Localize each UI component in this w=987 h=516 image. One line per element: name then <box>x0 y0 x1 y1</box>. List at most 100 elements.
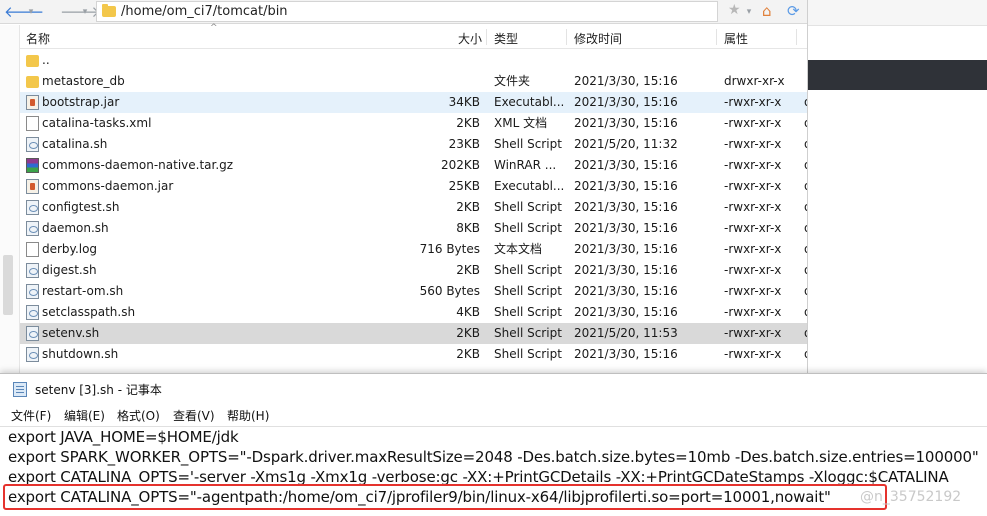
file-name: derby.log <box>42 242 98 256</box>
file-row[interactable]: shutdown.sh 2KB Shell Script 2021/3/30, 15:… <box>20 344 807 365</box>
file-manager-window: 🡐 ▾ 🡒 ▾ /home/om_ci7/tomcat/bin ★ ▾ ⌂ ⟳ … <box>0 0 808 380</box>
file-row[interactable]: restart-om.sh 560 Bytes Shell Script 2021/3… <box>20 281 807 302</box>
file-row[interactable]: configtest.sh 2KB Shell Script 2021/3/30, 1… <box>20 197 807 218</box>
file-list-header: ^ 名称 大小 类型 修改时间 属性 <box>20 23 807 49</box>
file-modified: 2021/3/30, 15:16 <box>574 158 678 172</box>
path-field[interactable]: /home/om_ci7/tomcat/bin <box>96 1 718 22</box>
column-type[interactable]: 类型 <box>494 30 518 47</box>
file-type: 文本文档 <box>494 242 543 256</box>
column-attributes[interactable]: 属性 <box>724 30 748 47</box>
jar-file-icon <box>26 95 39 110</box>
file-row[interactable]: metastore_db 文件夹 2021/3/30, 15:16 drwxr-xr-… <box>20 71 807 92</box>
jar-file-icon <box>26 179 39 194</box>
text-line[interactable]: export SPARK_WORKER_OPTS="-Dspark.driver… <box>8 448 979 466</box>
script-file-icon <box>26 137 39 152</box>
notepad-titlebar[interactable]: setenv [3].sh - 记事本 <box>0 374 987 404</box>
column-name[interactable]: 名称 <box>26 30 50 47</box>
folder-icon <box>102 4 116 17</box>
file-row[interactable]: catalina-tasks.xml 2KB XML 文档 2021/3/30, 15… <box>20 113 807 134</box>
refresh-icon[interactable]: ⟳ <box>787 2 800 20</box>
file-row[interactable]: commons-daemon.jar 25KB Executabl... 2021/3… <box>20 176 807 197</box>
menu-view[interactable]: 查看(V) <box>173 407 215 424</box>
menu-help[interactable]: 帮助(H) <box>227 407 269 424</box>
file-permissions: -rwxr-xr-x <box>724 347 782 361</box>
script-file-icon <box>26 284 39 299</box>
bookmark-dropdown-icon[interactable]: ▾ <box>744 2 754 22</box>
forward-arrow-icon[interactable]: 🡒 <box>60 2 100 22</box>
notepad-text-area[interactable]: export JAVA_HOME=$HOME/jdk export SPARK_… <box>0 426 987 516</box>
file-modified: 2021/5/20, 11:32 <box>574 137 678 151</box>
file-permissions: -rwxr-xr-x <box>724 326 782 340</box>
file-owner: o <box>804 113 807 134</box>
back-arrow-icon[interactable]: 🡐 <box>4 2 44 22</box>
notepad-menubar: 文件(F) 编辑(E) 格式(O) 查看(V) 帮助(H) <box>0 404 987 426</box>
file-type: Shell Script <box>494 305 562 319</box>
column-divider[interactable] <box>486 29 487 45</box>
file-type: 文件夹 <box>494 74 531 88</box>
file-size: 202KB <box>440 158 480 172</box>
file-modified: 2021/3/30, 15:16 <box>574 95 678 109</box>
column-divider[interactable] <box>566 29 567 45</box>
path-text: /home/om_ci7/tomcat/bin <box>121 4 288 19</box>
file-size: 34KB <box>448 95 480 109</box>
text-line[interactable]: export JAVA_HOME=$HOME/jdk <box>8 428 239 446</box>
file-size: 560 Bytes <box>419 284 480 298</box>
column-modified[interactable]: 修改时间 <box>574 30 622 47</box>
file-size: 2KB <box>456 116 480 130</box>
file-owner: o <box>804 302 807 323</box>
file-type: Shell Script <box>494 284 562 298</box>
notepad-window: setenv [3].sh - 记事本 文件(F) 编辑(E) 格式(O) 查看… <box>0 373 987 516</box>
file-permissions: -rwxr-xr-x <box>724 137 782 151</box>
file-type: Shell Script <box>494 347 562 361</box>
file-row[interactable]: setenv.sh 2KB Shell Script 2021/5/20, 11:53… <box>20 323 807 344</box>
file-name: digest.sh <box>42 263 97 277</box>
script-file-icon <box>26 347 39 362</box>
file-owner: o <box>804 155 807 176</box>
menu-file[interactable]: 文件(F) <box>11 407 51 424</box>
watermark: @n_35752192 <box>860 489 962 505</box>
file-size: 25KB <box>448 179 480 193</box>
file-name: setenv.sh <box>42 326 100 340</box>
file-row[interactable]: setclasspath.sh 4KB Shell Script 2021/3/30,… <box>20 302 807 323</box>
menu-edit[interactable]: 编辑(E) <box>64 407 105 424</box>
script-file-icon <box>26 263 39 278</box>
folder-icon <box>26 76 39 88</box>
file-row[interactable]: derby.log 716 Bytes 文本文档 2021/3/30, 15:16 -r… <box>20 239 807 260</box>
back-dropdown-icon[interactable]: ▾ <box>26 2 36 22</box>
file-name: commons-daemon.jar <box>42 179 174 193</box>
script-file-icon <box>26 305 39 320</box>
file-name: configtest.sh <box>42 200 120 214</box>
column-divider[interactable] <box>716 29 717 45</box>
column-size[interactable]: 大小 <box>458 30 482 47</box>
file-type: Shell Script <box>494 221 562 235</box>
file-size: 23KB <box>448 137 480 151</box>
file-row[interactable]: daemon.sh 8KB Shell Script 2021/3/30, 15:16… <box>20 218 807 239</box>
bookmark-star-icon[interactable]: ★ <box>728 2 741 18</box>
column-divider[interactable] <box>796 29 797 45</box>
file-owner: o <box>804 260 807 281</box>
file-modified: 2021/3/30, 15:16 <box>574 74 678 88</box>
tree-scrollbar[interactable] <box>3 255 13 315</box>
file-permissions: -rwxr-xr-x <box>724 305 782 319</box>
file-permissions: -rwxr-xr-x <box>724 263 782 277</box>
file-icon <box>26 116 39 131</box>
file-row[interactable]: catalina.sh 23KB Shell Script 2021/5/20, 11… <box>20 134 807 155</box>
file-row[interactable]: commons-daemon-native.tar.gz 202KB WinRAR … <box>20 155 807 176</box>
file-row[interactable]: .. <box>20 50 807 71</box>
file-size: 716 Bytes <box>419 242 480 256</box>
sort-ascending-icon: ^ <box>210 23 218 33</box>
forward-dropdown-icon[interactable]: ▾ <box>80 2 90 22</box>
menu-format[interactable]: 格式(O) <box>117 407 160 424</box>
file-owner: o <box>804 176 807 197</box>
notepad-icon <box>13 382 27 397</box>
file-size: 2KB <box>456 263 480 277</box>
file-row[interactable]: digest.sh 2KB Shell Script 2021/3/30, 15:16… <box>20 260 807 281</box>
file-row[interactable]: bootstrap.jar 34KB Executabl... 2021/3/30, … <box>20 92 807 113</box>
home-icon[interactable]: ⌂ <box>762 3 778 19</box>
file-size: 2KB <box>456 200 480 214</box>
file-modified: 2021/3/30, 15:16 <box>574 221 678 235</box>
file-type: Shell Script <box>494 263 562 277</box>
background-page-banner <box>808 60 987 90</box>
file-owner: o <box>804 344 807 365</box>
file-owner: o <box>804 197 807 218</box>
